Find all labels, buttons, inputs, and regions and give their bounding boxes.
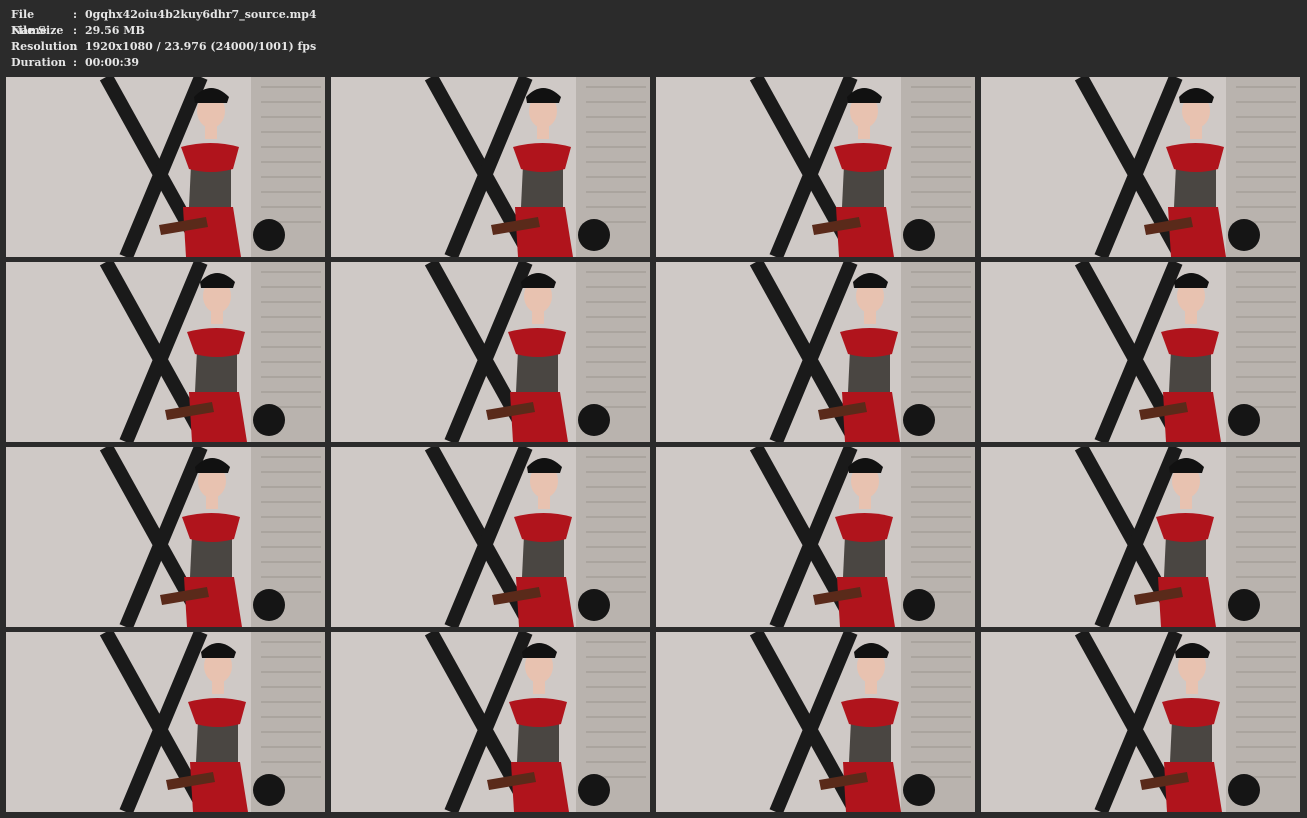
thumbnail-frame (981, 632, 1300, 812)
video-thumbnail (331, 262, 650, 442)
video-thumbnail (981, 262, 1300, 442)
thumbnail-frame (656, 262, 975, 442)
thumbnail-frame (981, 77, 1300, 257)
thumbnail-frame (981, 447, 1300, 627)
file-size-label: File Size (11, 24, 64, 37)
thumbnail-frame (6, 262, 325, 442)
file-info-panel: File Name : 0gqhx42oiu4b2kuy6dhr7_source… (11, 7, 317, 71)
video-thumbnail (981, 447, 1300, 627)
duration-value: 00:00:39 (85, 56, 140, 69)
colon: : (73, 40, 78, 53)
video-thumbnail (6, 632, 325, 812)
file-name-row: File Name : 0gqhx42oiu4b2kuy6dhr7_source… (11, 7, 317, 37)
video-thumbnail (6, 447, 325, 627)
video-thumbnail (656, 77, 975, 257)
colon: : (73, 8, 78, 21)
video-thumbnail (656, 632, 975, 812)
video-thumbnail (331, 632, 650, 812)
video-thumbnail (981, 77, 1300, 257)
video-thumbnail (656, 447, 975, 627)
thumbnail-grid (6, 77, 1300, 813)
duration-row: Duration : 00:00:39 (11, 55, 317, 71)
thumbnail-frame (6, 632, 325, 812)
thumbnail-frame (656, 77, 975, 257)
thumbnail-frame (656, 447, 975, 627)
thumbnail-frame (656, 632, 975, 812)
video-thumbnail (656, 262, 975, 442)
video-thumbnail (331, 447, 650, 627)
colon: : (73, 56, 78, 69)
video-thumbnail (6, 77, 325, 257)
thumbnail-frame (331, 632, 650, 812)
resolution-label: Resolution (11, 40, 78, 53)
file-size-row: File Size : 29.56 MB (11, 23, 317, 39)
duration-label: Duration (11, 56, 67, 69)
video-thumbnail (981, 632, 1300, 812)
file-name-label: File Name (11, 8, 47, 37)
thumbnail-frame (6, 447, 325, 627)
resolution-row: Resolution : 1920x1080 / 23.976 (24000/1… (11, 39, 317, 55)
thumbnail-frame (981, 262, 1300, 442)
thumbnail-frame (331, 447, 650, 627)
file-name-value: 0gqhx42oiu4b2kuy6dhr7_source.mp4 (85, 8, 317, 21)
resolution-value: 1920x1080 / 23.976 (24000/1001) fps (85, 40, 317, 53)
colon: : (73, 24, 78, 37)
thumbnail-frame (331, 262, 650, 442)
file-size-value: 29.56 MB (85, 24, 145, 37)
video-thumbnail (6, 262, 325, 442)
video-thumbnail (331, 77, 650, 257)
thumbnail-frame (331, 77, 650, 257)
thumbnail-frame (6, 77, 325, 257)
